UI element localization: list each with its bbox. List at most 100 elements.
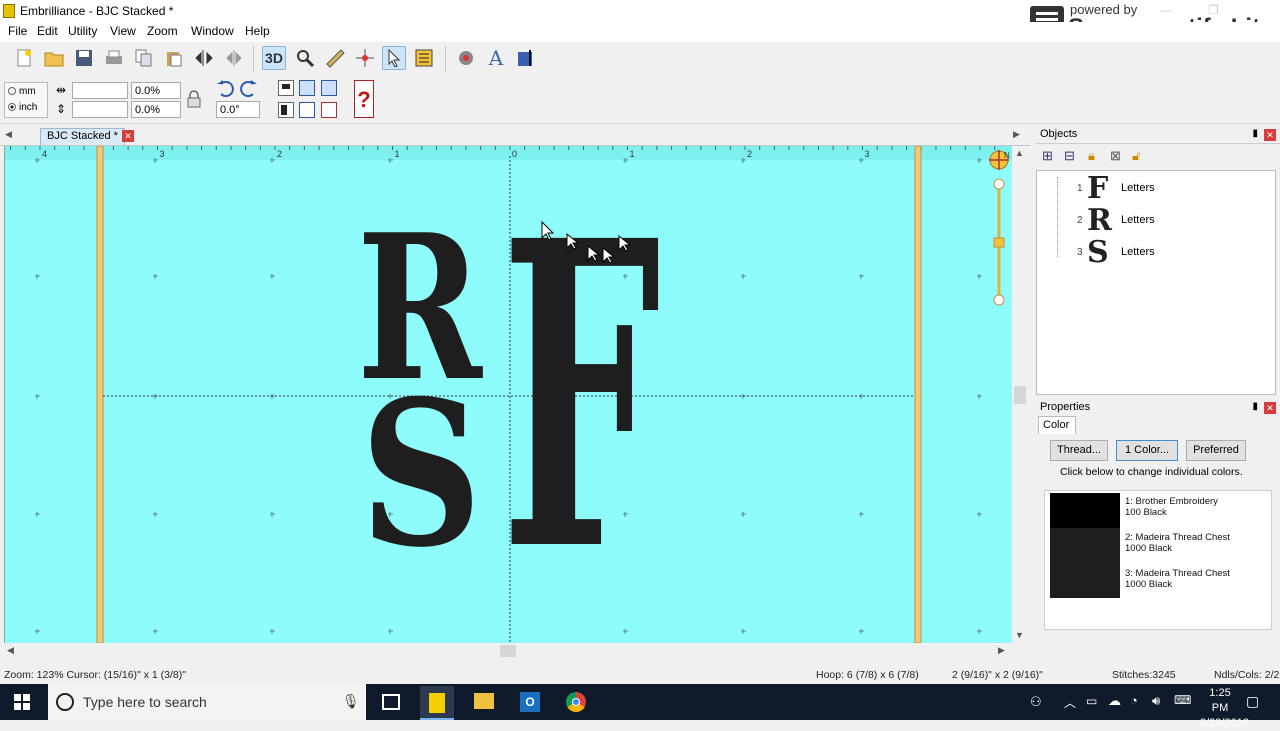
volume-icon[interactable]: 🔊︎ [1152,693,1160,709]
menu-edit[interactable]: Edit [37,24,58,38]
tab-scroll-right-icon[interactable]: ▶ [1013,129,1020,140]
ungroup-icon[interactable]: ⊟ [1064,148,1075,164]
letter-f-design[interactable]: F [501,151,661,643]
scroll-up-icon[interactable]: ▲ [1015,148,1024,158]
scroll-right-icon[interactable]: ▶ [998,645,1005,656]
canvas-drawing[interactable]: 43210123 R S F N [5,146,1012,643]
scroll-left-icon[interactable]: ◀ [7,645,14,656]
pin-icon[interactable]: ▮ [1252,128,1258,139]
horizontal-scrollbar[interactable]: ◀ ▶ [4,643,1012,660]
file-explorer-icon[interactable] [474,693,494,709]
letter-s-design[interactable]: S [360,357,482,592]
outlook-icon[interactable]: O [520,692,540,712]
lock-icon[interactable]: 🔒︎ [1088,148,1095,164]
battery-icon[interactable]: ▭ [1086,694,1097,708]
document-tab[interactable]: BJC Stacked * [40,128,125,145]
tray-expand-icon[interactable]: ︿ [1064,694,1076,711]
rotate-left-icon[interactable] [216,80,234,101]
chrome-icon[interactable] [566,692,586,712]
unit-mm-radio[interactable]: mm [8,86,36,97]
taskbar-search[interactable]: Type here to search 🎙︎ [48,684,366,720]
stitch-edit-icon[interactable] [514,46,538,70]
distribute-icon[interactable] [299,102,315,118]
embrilliance-taskbar-icon[interactable] [420,686,454,720]
lock-aspect-icon[interactable] [186,90,202,108]
grid-mark [741,629,746,634]
menu-help[interactable]: Help [245,24,270,38]
one-color-button[interactable]: 1 Color... [1116,440,1178,461]
horizontal-scroll-thumb[interactable] [500,645,516,657]
width-input[interactable] [72,82,128,99]
task-view-icon[interactable] [382,694,400,710]
help-question-icon[interactable]: ? [354,80,374,118]
thread-spool-icon[interactable] [454,46,478,70]
mirror-vertical-icon[interactable] [222,46,246,70]
network-icon[interactable]: ◔ [1130,693,1138,708]
people-icon[interactable]: ⚇ [1030,694,1042,710]
3d-view-button[interactable]: 3D [262,46,286,70]
color-entry[interactable]: 1: Brother Embroidery 100 Black [1125,496,1218,518]
keyboard-icon[interactable]: ⌨ [1174,693,1191,707]
status-zoom-cursor: Zoom: 123% Cursor: (15/16)" x 1 (3/8)" [4,669,186,681]
pin-icon[interactable]: ▮ [1252,401,1258,412]
width-percent-input[interactable]: 0.0% [131,82,181,99]
menu-file[interactable]: File [8,24,27,38]
design-canvas[interactable]: 43210123 R S F N [4,146,1012,643]
color-swatch[interactable] [1050,528,1120,563]
onedrive-icon[interactable]: ☁ [1108,693,1121,709]
action-center-icon[interactable]: ▢ [1246,693,1259,710]
unit-inch-radio[interactable]: inch [8,102,37,113]
windows-taskbar: Type here to search 🎙︎ O ⚇ ︿ ▭ ☁ ◔ 🔊︎ ⌨ … [0,684,1280,729]
object-item[interactable]: 2 R Letters [1037,203,1267,238]
menu-zoom[interactable]: Zoom [147,24,178,38]
center-horizontal-icon[interactable] [299,80,315,96]
tab-color[interactable]: Color [1038,416,1076,434]
height-input[interactable] [72,101,128,118]
text-letter-icon[interactable]: A [484,46,508,70]
close-tab-icon[interactable]: ✕ [122,130,134,142]
mirror-horizontal-icon[interactable] [192,46,216,70]
print-icon[interactable] [102,46,126,70]
save-icon[interactable] [72,46,96,70]
new-file-icon[interactable] [12,46,36,70]
scroll-down-icon[interactable]: ▼ [1015,630,1024,640]
rotation-input[interactable]: 0.0° [216,101,260,118]
unlock-icon[interactable]: 🔓︎ [1132,148,1140,164]
color-swatch[interactable] [1050,493,1120,528]
align-left-icon[interactable] [278,102,294,118]
color-entry[interactable]: 2: Madeira Thread Chest 1000 Black [1125,532,1230,554]
rotate-right-icon[interactable] [240,80,258,101]
windows-start-icon[interactable] [14,694,30,713]
split-icon[interactable] [321,102,337,118]
color-swatch[interactable] [1050,563,1120,598]
select-pointer-icon[interactable] [382,46,406,70]
close-objects-icon[interactable]: ✕ [1264,129,1276,141]
vertical-scrollbar[interactable]: ▲ ▼ [1012,146,1028,643]
open-folder-icon[interactable] [42,46,66,70]
menu-utility[interactable]: Utility [68,24,97,38]
menu-window[interactable]: Window [191,24,234,38]
zoom-icon[interactable] [293,46,317,70]
group-icon[interactable]: ⊞ [1042,148,1053,164]
microphone-icon[interactable]: 🎙︎ [342,693,360,710]
taskbar-clock[interactable]: 1:25 PM 3/23/2018 [1200,686,1249,731]
align-top-icon[interactable] [278,80,294,96]
thread-button[interactable]: Thread... [1050,440,1108,461]
height-percent-input[interactable]: 0.0% [131,101,181,118]
measure-ruler-icon[interactable] [323,46,347,70]
menu-view[interactable]: View [110,24,136,38]
object-item[interactable]: 3 S Letters [1037,235,1267,270]
vertical-scroll-thumb[interactable] [1014,386,1026,404]
delete-object-icon[interactable]: ⊠ [1110,148,1121,164]
object-item[interactable]: 1 F Letters [1037,171,1267,206]
paste-icon[interactable] [162,46,186,70]
copy-icon[interactable] [132,46,156,70]
zoom-slider[interactable]: N [989,150,1010,306]
tab-scroll-left-icon[interactable]: ◀ [5,129,12,140]
center-both-icon[interactable] [321,80,337,96]
hoop-center-icon[interactable] [353,46,377,70]
color-entry[interactable]: 3: Madeira Thread Chest 1000 Black [1125,568,1230,590]
preferred-button[interactable]: Preferred [1186,440,1246,461]
properties-grid-icon[interactable] [412,46,436,70]
close-properties-icon[interactable]: ✕ [1264,402,1276,414]
